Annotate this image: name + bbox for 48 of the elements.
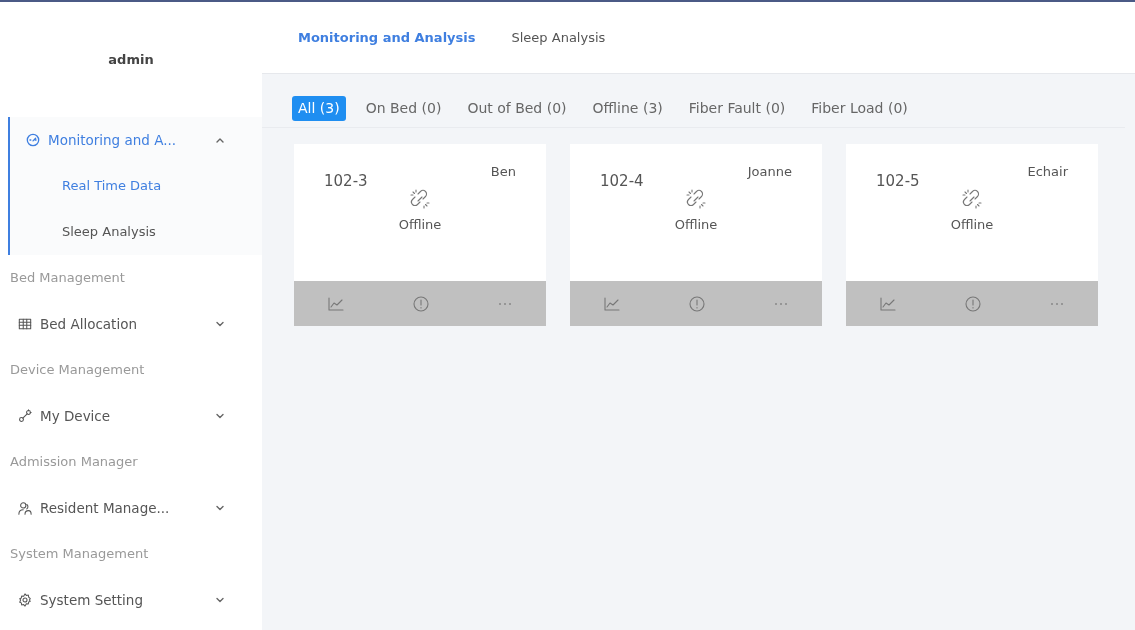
- filter-tab[interactable]: Out of Bed (0): [461, 96, 573, 121]
- tab[interactable]: Monitoring and Analysis: [298, 1, 476, 74]
- caret-down-icon: [216, 505, 224, 511]
- menu-section-label: Admission Manager: [10, 453, 138, 472]
- resident-name: Joanne: [747, 163, 792, 181]
- plug-icon: [18, 409, 32, 423]
- filter-tab[interactable]: Fiber Fault (0): [682, 96, 792, 121]
- bed-number: 102-3: [324, 171, 368, 192]
- info-icon[interactable]: [965, 295, 981, 312]
- status-label: Offline: [950, 215, 994, 234]
- bed-number: 102-4: [600, 171, 644, 192]
- menu-item[interactable]: Bed Allocation: [0, 301, 262, 347]
- menu-section-label: Bed Management: [10, 269, 125, 288]
- more-icon[interactable]: [773, 301, 788, 306]
- more-icon[interactable]: [497, 301, 512, 306]
- menu-item[interactable]: System Setting: [0, 577, 262, 623]
- filter-tab[interactable]: All (3): [292, 96, 346, 121]
- caret-up-icon: [216, 137, 224, 143]
- user-name: admin: [107, 50, 155, 69]
- menu-item[interactable]: Resident Manage...: [0, 485, 262, 531]
- info-icon[interactable]: [689, 295, 705, 312]
- caret-down-icon: [216, 413, 224, 419]
- submenu-item[interactable]: Sleep Analysis: [10, 209, 262, 255]
- line-chart-icon[interactable]: [328, 296, 345, 311]
- status-label: Offline: [674, 215, 718, 234]
- gauge-icon: [26, 133, 40, 147]
- more-icon[interactable]: [1049, 301, 1064, 306]
- filter-tab[interactable]: Offline (3): [586, 96, 669, 121]
- filter-tab[interactable]: Fiber Load (0): [805, 96, 914, 121]
- menu-item[interactable]: My Device: [0, 393, 262, 439]
- line-chart-icon[interactable]: [604, 296, 621, 311]
- info-icon[interactable]: [413, 295, 429, 312]
- menu-section-label: Device Management: [10, 361, 145, 380]
- menu-section-label: System Management: [10, 545, 149, 564]
- table-icon: [18, 317, 32, 331]
- filter-tab[interactable]: On Bed (0): [359, 96, 448, 121]
- resident-name: Ben: [490, 163, 516, 181]
- menu-item[interactable]: Monitoring and A...: [10, 117, 262, 163]
- line-chart-icon[interactable]: [880, 296, 897, 311]
- resident-name: Echair: [1027, 163, 1068, 181]
- caret-down-icon: [216, 597, 224, 603]
- bed-number: 102-5: [876, 171, 920, 192]
- settings-icon: [18, 593, 32, 607]
- people-icon: [18, 501, 32, 515]
- status-label: Offline: [398, 215, 442, 234]
- submenu-item[interactable]: Real Time Data: [10, 163, 262, 209]
- tab[interactable]: Sleep Analysis: [511, 1, 606, 74]
- caret-down-icon: [216, 321, 224, 327]
